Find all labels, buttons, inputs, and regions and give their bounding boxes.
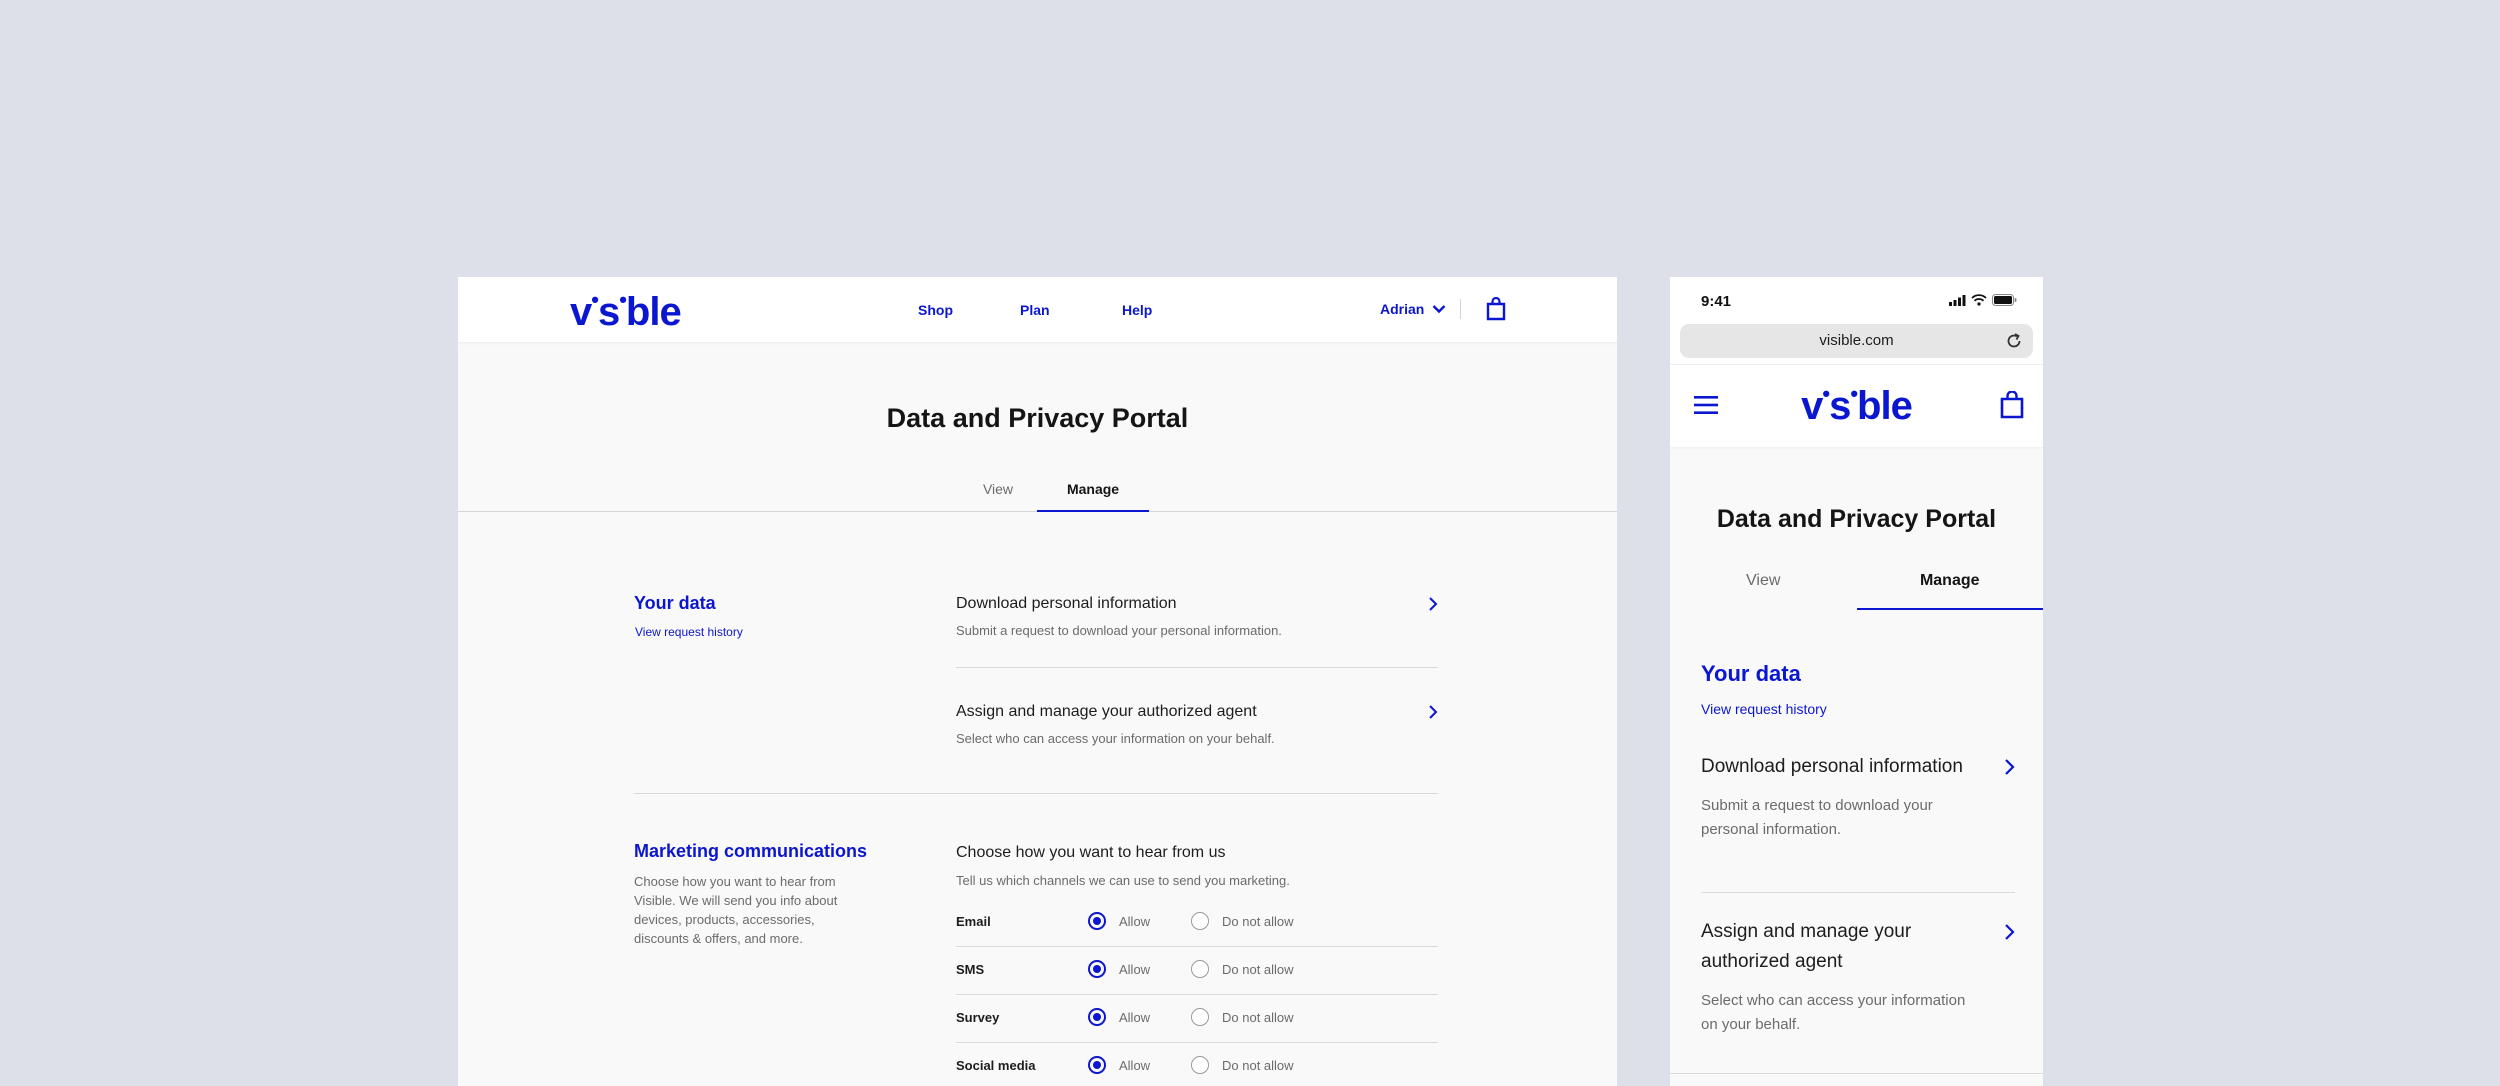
choose-channels-subtitle: Tell us which channels we can use to sen… — [956, 873, 1290, 888]
authorized-agent-subtitle: Select who can access your information o… — [1701, 992, 1966, 1033]
tab-view[interactable]: View — [1670, 572, 1857, 608]
top-nav: v•s•ble Shop Plan Help Adrian — [458, 277, 1617, 342]
authorized-agent-item[interactable]: Assign and manage your authorized agent … — [1701, 917, 2015, 1037]
view-request-history-link[interactable]: View request history — [1701, 701, 1827, 717]
do-not-allow-radio[interactable] — [1191, 1008, 1209, 1026]
authorized-agent-subtitle: Select who can access your information o… — [956, 731, 1275, 746]
user-menu[interactable]: Adrian — [1380, 301, 1446, 317]
allow-radio[interactable] — [1088, 1056, 1106, 1074]
allow-label: Allow — [1119, 1058, 1151, 1073]
chevron-right-icon — [1429, 597, 1438, 611]
browser-address-bar: visible.com — [1670, 324, 2043, 364]
chevron-right-icon — [1429, 705, 1438, 719]
wifi-icon — [1971, 294, 1987, 306]
tab-manage[interactable]: Manage — [1037, 481, 1149, 512]
do-not-allow-label: Do not allow — [1222, 1058, 1294, 1073]
allow-radio[interactable] — [1088, 912, 1106, 930]
desktop-frame: v•s•ble Shop Plan Help Adrian Data and P… — [458, 277, 1617, 1086]
view-request-history-link[interactable]: View request history — [635, 625, 743, 639]
url-text: visible.com — [1819, 332, 1894, 349]
battery-icon — [1992, 294, 2017, 306]
do-not-allow-radio[interactable] — [1191, 912, 1209, 930]
status-bar: 9:41 — [1670, 277, 2043, 324]
chevron-right-icon — [2005, 924, 2015, 940]
authorized-agent-item[interactable]: Assign and manage your authorized agent … — [956, 703, 1438, 746]
channel-row-sms: SMS Allow Do not allow — [956, 947, 1438, 995]
tab-manage[interactable]: Manage — [1856, 572, 2043, 610]
divider — [956, 667, 1438, 668]
nav-link-plan[interactable]: Plan — [1020, 302, 1122, 318]
mobile-nav: v•s•ble — [1670, 364, 2043, 447]
shopping-bag-icon[interactable] — [1485, 297, 1507, 321]
nav-link-help[interactable]: Help — [1122, 302, 1224, 318]
section-divider — [1670, 1073, 2043, 1074]
mobile-frame: 9:41 visible.com v•s•ble Data and Privac… — [1670, 277, 2043, 1086]
page-title: Data and Privacy Portal — [1716, 505, 1997, 533]
channel-row-email: Email Allow Do not allow — [956, 899, 1438, 947]
section-divider — [634, 793, 1438, 794]
marketing-description: Choose how you want to hear from Visible… — [634, 874, 838, 946]
chevron-down-icon — [1432, 305, 1446, 314]
allow-label: Allow — [1119, 914, 1151, 929]
choose-channels-title: Choose how you want to hear from us — [956, 844, 1226, 861]
channel-row-social-media: Social media Allow Do not allow — [956, 1043, 1438, 1086]
download-info-title: Download personal information — [1701, 756, 1963, 777]
download-info-title: Download personal information — [956, 595, 1177, 612]
visible-logo[interactable]: v•s•ble — [1670, 381, 2043, 429]
channel-row-survey: Survey Allow Do not allow — [956, 995, 1438, 1043]
do-not-allow-label: Do not allow — [1222, 962, 1294, 977]
url-field[interactable]: visible.com — [1680, 324, 2033, 358]
tab-bar: View Manage — [458, 481, 1617, 512]
allow-radio[interactable] — [1088, 1008, 1106, 1026]
marketing-heading: Marketing communications — [634, 841, 868, 861]
do-not-allow-radio[interactable] — [1191, 960, 1209, 978]
shopping-bag-icon[interactable] — [1999, 391, 2025, 419]
chevron-right-icon — [2005, 759, 2015, 775]
user-name: Adrian — [1380, 301, 1425, 317]
channel-label: Social media — [956, 1058, 1036, 1073]
tab-view[interactable]: View — [963, 481, 1033, 511]
channel-label: Survey — [956, 1010, 1000, 1025]
status-icons — [1949, 294, 2017, 306]
nav-divider — [1460, 299, 1461, 319]
download-info-item[interactable]: Download personal information Submit a r… — [956, 595, 1438, 638]
allow-radio[interactable] — [1088, 960, 1106, 978]
reload-icon[interactable] — [2005, 332, 2023, 350]
authorized-agent-title: Assign and manage your authorized agent — [1701, 921, 1912, 972]
channel-label: Email — [956, 914, 991, 929]
download-info-item[interactable]: Download personal information Submit a r… — [1701, 752, 2015, 842]
do-not-allow-label: Do not allow — [1222, 914, 1294, 929]
do-not-allow-radio[interactable] — [1191, 1056, 1209, 1074]
page-title: Data and Privacy Portal — [886, 403, 1189, 433]
divider — [1701, 892, 2015, 893]
download-info-subtitle: Submit a request to download your person… — [1701, 797, 1933, 838]
allow-label: Allow — [1119, 962, 1151, 977]
channel-label: SMS — [956, 962, 985, 977]
your-data-heading: Your data — [634, 593, 716, 613]
download-info-subtitle: Submit a request to download your person… — [956, 623, 1282, 638]
signal-icon — [1949, 294, 1966, 306]
tab-bar: View Manage — [1670, 572, 2043, 610]
nav-links: Shop Plan Help — [918, 302, 1224, 318]
allow-label: Allow — [1119, 1010, 1151, 1025]
authorized-agent-title: Assign and manage your authorized agent — [956, 703, 1257, 720]
status-time: 9:41 — [1701, 293, 1732, 310]
your-data-heading: Your data — [1701, 661, 1801, 686]
visible-logo[interactable]: v•s•ble — [570, 287, 682, 335]
do-not-allow-label: Do not allow — [1222, 1010, 1294, 1025]
nav-link-shop[interactable]: Shop — [918, 302, 1020, 318]
